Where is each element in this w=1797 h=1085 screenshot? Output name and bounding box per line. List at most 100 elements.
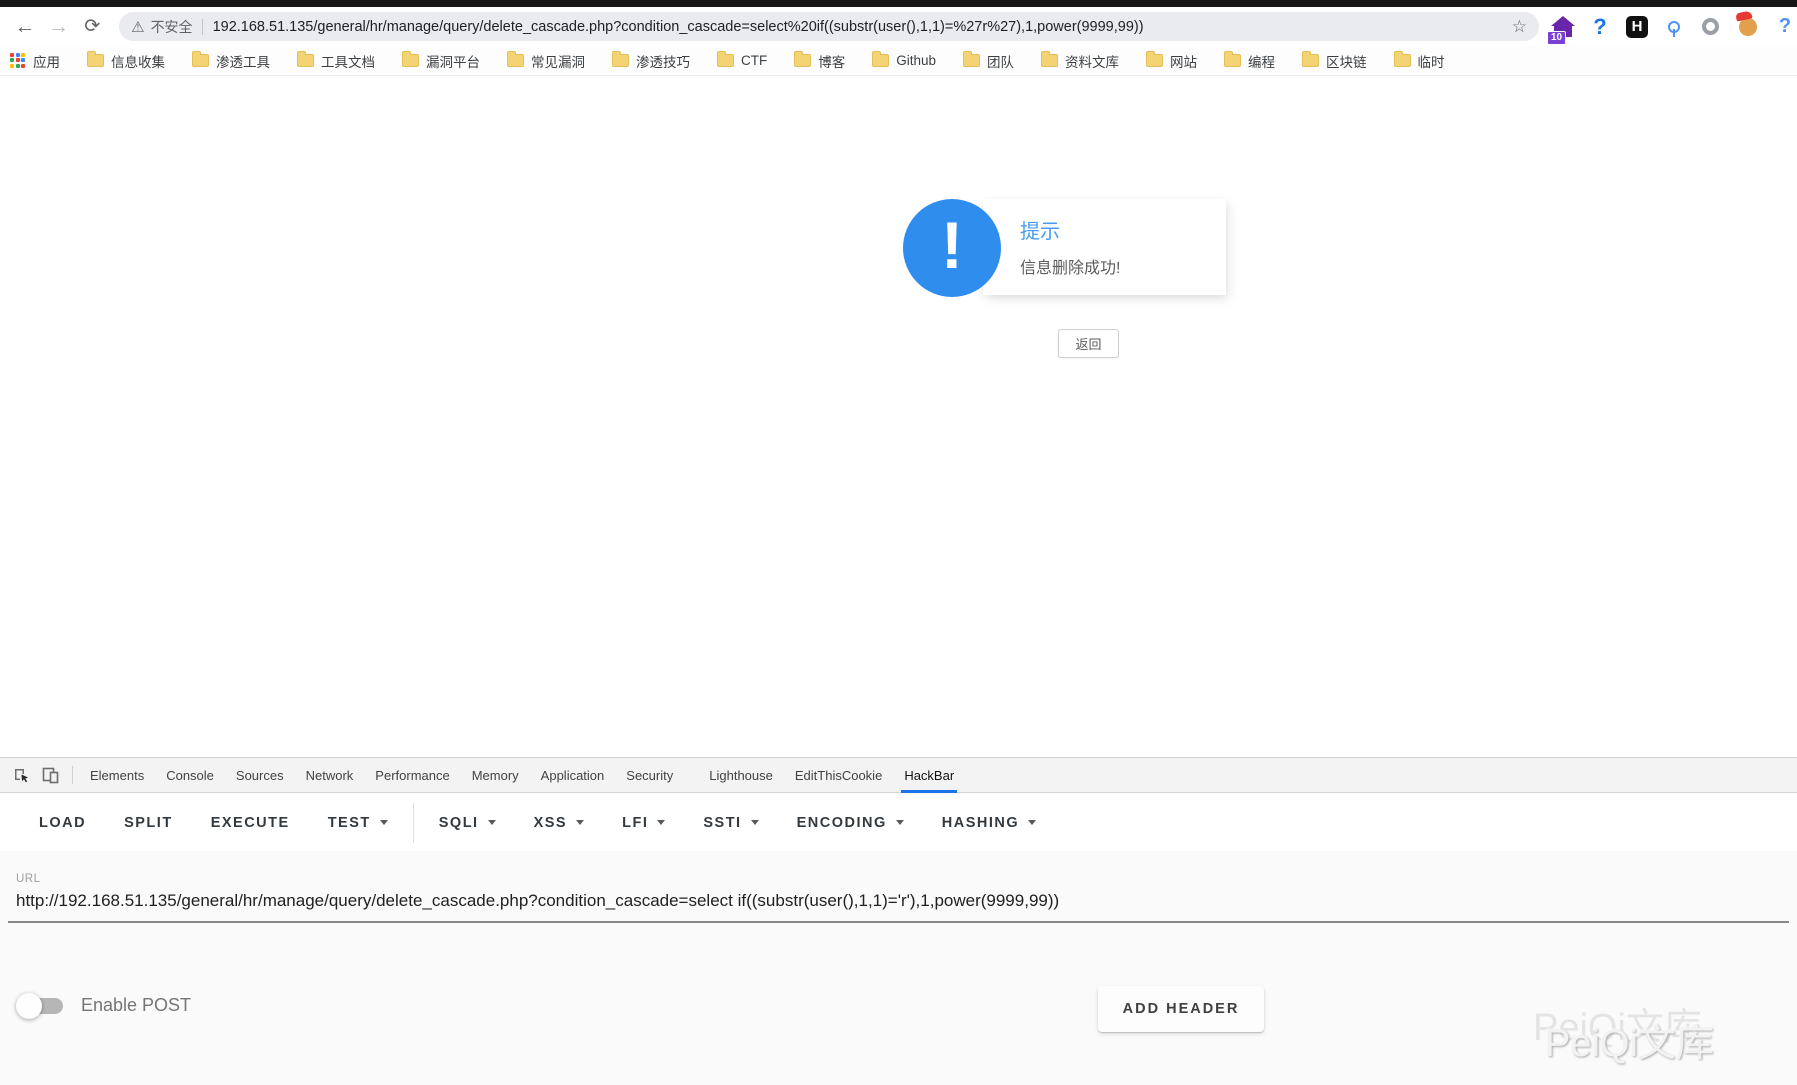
extension-badge: 10 xyxy=(1546,30,1567,45)
encoding-menu-button[interactable]: ENCODING xyxy=(778,803,923,843)
lfi-menu-button[interactable]: LFI xyxy=(603,803,684,843)
bookmark-label: CTF xyxy=(741,53,768,68)
bookmark-label: 应用 xyxy=(33,54,60,70)
tab-memory[interactable]: Memory xyxy=(461,758,530,793)
bookmark-folder[interactable]: 信息收集 xyxy=(87,51,165,71)
reload-icon[interactable]: ⟳ xyxy=(75,15,109,38)
bookmark-folder[interactable]: 漏洞平台 xyxy=(402,51,480,71)
enable-post-toggle[interactable]: Enable POST xyxy=(16,992,192,1019)
bookmark-star-icon[interactable]: ☆ xyxy=(1512,17,1527,37)
edge-question-icon[interactable]: ? xyxy=(1773,15,1797,39)
folder-icon xyxy=(507,51,524,67)
browser-toolbar: ← → ⟳ ⚠ 不安全 192.168.51.135/general/hr/ma… xyxy=(0,7,1797,46)
folder-icon xyxy=(297,51,314,67)
folder-icon xyxy=(87,51,104,67)
pin-extension-icon[interactable] xyxy=(1662,15,1686,39)
hack-tools-extension-icon[interactable]: 10 xyxy=(1546,15,1575,45)
tab-console[interactable]: Console xyxy=(155,758,225,793)
toggle-track[interactable] xyxy=(16,992,63,1019)
bookmark-folder[interactable]: 常见漏洞 xyxy=(507,51,585,71)
sqli-menu-button[interactable]: SQLI xyxy=(420,803,515,843)
bookmark-folder[interactable]: 工具文档 xyxy=(297,51,375,71)
address-separator xyxy=(201,18,203,35)
bookmark-folder[interactable]: 临时 xyxy=(1393,51,1445,71)
forward-icon[interactable]: → xyxy=(42,15,76,39)
button-label: SSTI xyxy=(703,814,742,831)
button-label: HASHING xyxy=(941,814,1020,831)
hackbar-separator xyxy=(412,802,414,843)
url-input-underline xyxy=(8,921,1789,923)
tab-elements[interactable]: Elements xyxy=(79,758,155,793)
bookmark-folder[interactable]: 团队 xyxy=(963,51,1014,71)
inspect-element-icon[interactable] xyxy=(6,762,36,788)
enable-post-label: Enable POST xyxy=(81,995,192,1015)
address-bar[interactable]: ⚠ 不安全 192.168.51.135/general/hr/manage/q… xyxy=(119,12,1539,41)
bookmark-folder[interactable]: 资料文库 xyxy=(1041,51,1119,71)
tab-security[interactable]: Security xyxy=(615,758,684,793)
bookmark-apps[interactable]: 应用 xyxy=(10,51,60,71)
bookmark-folder[interactable]: 区块链 xyxy=(1302,51,1367,71)
execute-button[interactable]: EXECUTE xyxy=(192,803,309,843)
toggle-knob[interactable] xyxy=(16,992,42,1019)
tab-performance[interactable]: Performance xyxy=(364,758,460,793)
caret-down-icon xyxy=(379,820,388,825)
caret-down-icon xyxy=(895,820,904,825)
back-icon[interactable]: ← xyxy=(8,15,42,39)
button-label: EXECUTE xyxy=(210,814,290,831)
tab-hackbar[interactable]: HackBar xyxy=(893,758,965,793)
button-label: TEST xyxy=(327,814,371,831)
devtools-tabbar: Elements Console Sources Network Perform… xyxy=(0,757,1797,793)
cookie-extension-icon[interactable] xyxy=(1736,13,1760,39)
bookmark-label: 常见漏洞 xyxy=(531,54,585,70)
bookmark-label: 资料文库 xyxy=(1065,54,1120,70)
h-extension-icon[interactable]: H xyxy=(1625,15,1649,39)
button-label: LOAD xyxy=(39,814,87,831)
question-extension-icon[interactable]: ? xyxy=(1588,14,1612,39)
ssti-menu-button[interactable]: SSTI xyxy=(684,803,777,843)
bookmark-folder[interactable]: CTF xyxy=(717,51,768,68)
ring-extension-icon[interactable] xyxy=(1699,15,1723,39)
bookmark-folder[interactable]: 渗透工具 xyxy=(192,51,270,71)
exclamation-glyph: ! xyxy=(941,208,963,282)
bookmark-label: Github xyxy=(896,53,937,68)
folder-icon xyxy=(402,51,419,67)
tab-network[interactable]: Network xyxy=(295,758,365,793)
tab-lighthouse[interactable]: Lighthouse xyxy=(698,758,784,793)
add-header-button[interactable]: ADD HEADER xyxy=(1098,986,1264,1032)
bookmark-label: 信息收集 xyxy=(111,54,165,70)
apps-grid-icon xyxy=(10,52,26,69)
bookmark-folder[interactable]: 渗透技巧 xyxy=(612,51,690,71)
load-button[interactable]: LOAD xyxy=(20,803,105,843)
bookmark-folder[interactable]: 网站 xyxy=(1146,51,1197,71)
h-glyph: H xyxy=(1625,15,1648,38)
bookmark-folder[interactable]: 博客 xyxy=(794,51,845,71)
tab-editthiscookie[interactable]: EditThisCookie xyxy=(784,758,893,793)
device-toolbar-icon[interactable] xyxy=(36,762,66,788)
bookmark-folder[interactable]: 编程 xyxy=(1224,51,1275,71)
bookmark-folder[interactable]: Github xyxy=(872,51,937,68)
window-top-strip xyxy=(0,0,1797,7)
dialog-message: 信息删除成功! xyxy=(1020,260,1121,277)
not-secure-label[interactable]: 不安全 xyxy=(151,17,193,37)
bookmark-label: 网站 xyxy=(1170,54,1198,70)
return-button[interactable]: 返回 xyxy=(1058,329,1119,358)
folder-icon xyxy=(1302,51,1320,67)
bookmark-label: 编程 xyxy=(1248,54,1276,70)
devtools-panel: Elements Console Sources Network Perform… xyxy=(0,757,1797,1085)
caret-down-icon xyxy=(750,820,759,825)
address-url-text[interactable]: 192.168.51.135/general/hr/manage/query/d… xyxy=(213,19,1504,35)
xss-menu-button[interactable]: XSS xyxy=(515,803,604,843)
tab-application[interactable]: Application xyxy=(530,758,616,793)
folder-icon xyxy=(794,51,812,67)
split-button[interactable]: SPLIT xyxy=(105,803,192,843)
alert-dialog-card: 提示 信息删除成功! xyxy=(983,199,1226,295)
button-label: XSS xyxy=(533,814,568,831)
button-label: SPLIT xyxy=(124,814,173,831)
bookmark-label: 博客 xyxy=(818,54,846,70)
url-input[interactable] xyxy=(16,891,1776,911)
not-secure-warning-icon[interactable]: ⚠ xyxy=(131,18,144,36)
tab-sources[interactable]: Sources xyxy=(225,758,295,793)
test-menu-button[interactable]: TEST xyxy=(309,803,407,843)
tabbar-separator xyxy=(72,766,73,784)
hashing-menu-button[interactable]: HASHING xyxy=(923,803,1055,843)
